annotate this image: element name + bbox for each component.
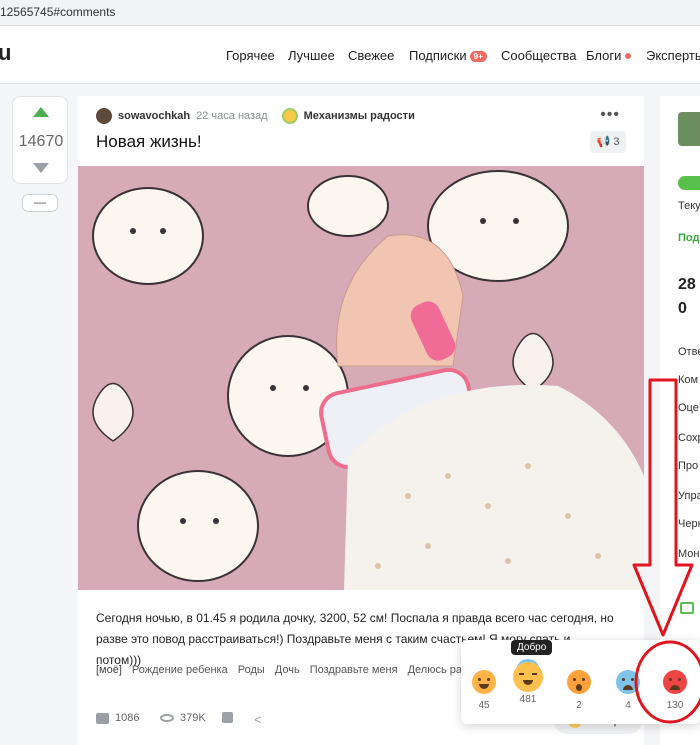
- rating-count: 14670: [18, 133, 64, 150]
- post-meta: sowavochkah 22 часа назад Механизмы радо…: [96, 108, 415, 124]
- sidebar-stat: 0: [678, 300, 687, 317]
- tag-item[interactable]: Рождение ребенка: [132, 664, 228, 676]
- share-icon[interactable]: <: [254, 712, 262, 727]
- progress-pill: [678, 176, 700, 190]
- nav-communities[interactable]: Сообщества: [501, 48, 577, 63]
- emotion-count: 45: [478, 700, 490, 711]
- author-name[interactable]: sowavochkah: [118, 110, 190, 122]
- sidebar-menu-item[interactable]: Ком: [678, 374, 698, 386]
- angel-face-icon: [513, 662, 543, 692]
- blogs-notification-dot: [625, 53, 632, 59]
- community-icon[interactable]: [281, 108, 298, 124]
- nav-experts[interactable]: Эксперты: [646, 48, 700, 63]
- save-button[interactable]: [222, 712, 233, 723]
- post-tags: [моё] Рождение ребенка Роды Дочь Поздрав…: [96, 664, 468, 676]
- sidebar-stat: 28: [678, 276, 696, 293]
- top-navigation: u Горячее Лучшее Свежее Подписки 9+ Сообщ…: [0, 26, 700, 84]
- tag-item[interactable]: Дочь: [275, 664, 300, 676]
- nav-blogs[interactable]: Блоги: [586, 48, 632, 63]
- more-options-icon[interactable]: •••: [600, 106, 620, 124]
- laughing-face-icon: [472, 670, 496, 694]
- browser-url-bar[interactable]: 12565745#comments: [0, 0, 700, 26]
- nav-blogs-label: Блоги: [586, 48, 622, 63]
- comment-icon: [96, 712, 109, 724]
- sidebar-menu-item[interactable]: Сохр: [678, 432, 700, 444]
- sidebar-line: Теку: [678, 200, 700, 212]
- emotion-count: 481: [519, 694, 537, 705]
- views-indicator: 379K: [160, 712, 206, 724]
- nav-subscriptions-label: Подписки: [409, 48, 467, 63]
- sidebar-menu-item[interactable]: Упра: [678, 490, 700, 502]
- nav-subscriptions[interactable]: Подписки 9+: [409, 48, 487, 63]
- post-photo[interactable]: [78, 166, 644, 590]
- nav-fresh[interactable]: Свежее: [348, 48, 394, 63]
- emotion-count: 130: [666, 700, 684, 711]
- tag-item[interactable]: Роды: [238, 664, 265, 676]
- emotion-surprise[interactable]: 2: [564, 670, 594, 711]
- emotion-count: 2: [576, 700, 582, 711]
- post-time[interactable]: 22 часа назад: [196, 110, 267, 122]
- url-text[interactable]: 12565745#comments: [0, 5, 115, 19]
- author-avatar[interactable]: [96, 108, 112, 124]
- site-logo[interactable]: u: [0, 40, 11, 66]
- emotions-popup: 45 Добро 481 2 4 130: [461, 640, 700, 724]
- sidebar-menu-item[interactable]: Черн: [678, 518, 700, 530]
- post-title[interactable]: Новая жизнь!: [96, 132, 202, 152]
- sidebar-menu-item[interactable]: Мон: [678, 548, 699, 560]
- emotion-sad[interactable]: 4: [613, 670, 643, 711]
- emotion-joy[interactable]: 45: [469, 670, 499, 711]
- surprised-face-icon: [567, 670, 591, 694]
- vote-box: 14670: [12, 96, 68, 184]
- newborn-hand-photo: [78, 166, 644, 590]
- subscribe-link[interactable]: Под: [678, 232, 699, 244]
- emotion-tooltip: Добро: [511, 640, 553, 655]
- emotion-count: 4: [625, 700, 631, 711]
- share-button[interactable]: 📢 3: [590, 131, 626, 153]
- emotion-anger[interactable]: 130: [660, 670, 690, 711]
- tag-icon[interactable]: [680, 602, 694, 614]
- emotion-kind[interactable]: Добро 481: [511, 640, 553, 705]
- hide-post-button[interactable]: —: [22, 194, 58, 212]
- tag-item[interactable]: Делюсь рад: [408, 664, 469, 676]
- subscriptions-badge: 9+: [469, 51, 487, 62]
- nav-best[interactable]: Лучшее: [288, 48, 335, 63]
- share-count: 3: [613, 136, 620, 148]
- sad-face-icon: [616, 670, 640, 694]
- tag-mine[interactable]: [моё]: [96, 664, 122, 676]
- megaphone-icon: 📢: [596, 136, 611, 148]
- angry-face-icon: [663, 670, 687, 694]
- eye-icon: [160, 714, 174, 722]
- comments-count: 1086: [115, 712, 140, 724]
- nav-hot[interactable]: Горячее: [226, 48, 275, 63]
- save-icon: [222, 712, 233, 723]
- sidebar-menu-item[interactable]: Оце: [678, 402, 699, 414]
- downvote-arrow-icon[interactable]: [33, 163, 49, 173]
- upvote-arrow-icon[interactable]: [33, 107, 49, 117]
- comments-button[interactable]: 1086: [96, 712, 139, 724]
- views-count: 379K: [180, 712, 206, 724]
- sidebar-menu-item[interactable]: Про: [678, 460, 698, 472]
- sidebar-menu-item[interactable]: Отве: [678, 346, 700, 358]
- tag-item[interactable]: Поздравьте меня: [310, 664, 398, 676]
- profile-thumbnail[interactable]: [678, 112, 700, 146]
- community-name[interactable]: Механизмы радости: [304, 110, 415, 122]
